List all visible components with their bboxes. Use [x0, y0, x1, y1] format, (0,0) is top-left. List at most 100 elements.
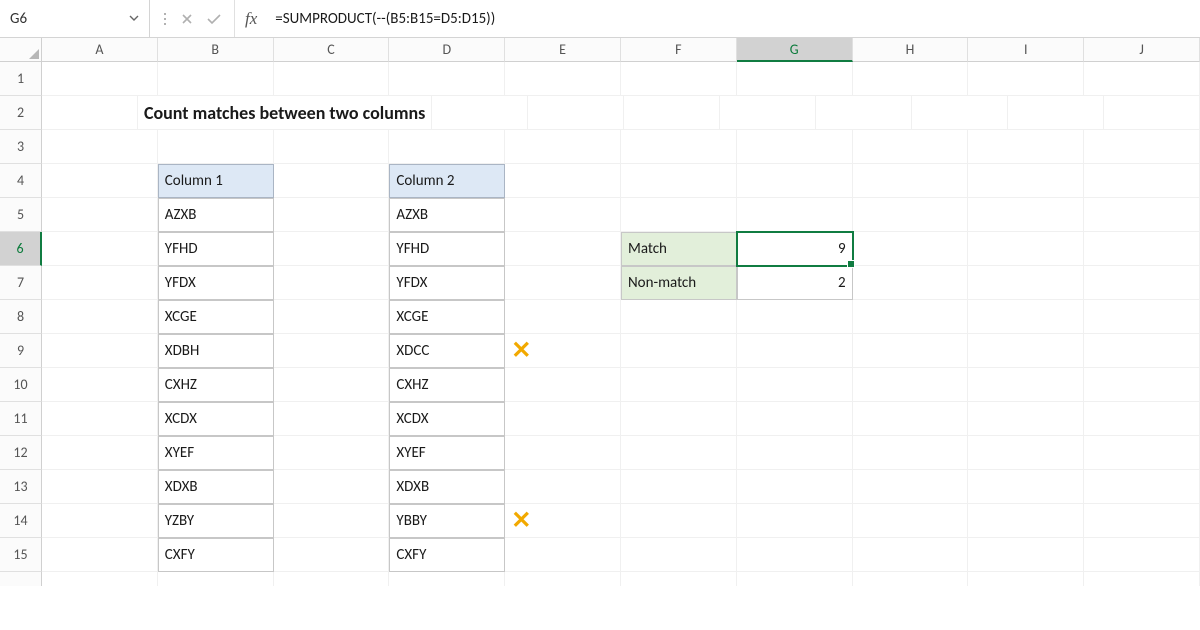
cell[interactable]: [968, 198, 1084, 232]
table-cell[interactable]: AZXB: [158, 198, 274, 232]
cell[interactable]: [621, 300, 737, 334]
table-cell[interactable]: YFDX: [158, 266, 274, 300]
cell[interactable]: [42, 198, 158, 232]
cell[interactable]: [505, 368, 621, 402]
cell[interactable]: [853, 300, 969, 334]
cell[interactable]: [1008, 96, 1104, 130]
cell[interactable]: [1084, 198, 1200, 232]
chevron-down-icon[interactable]: [129, 10, 139, 28]
cell[interactable]: [968, 266, 1084, 300]
cell[interactable]: [853, 436, 969, 470]
col-header-E[interactable]: E: [505, 38, 621, 62]
cell[interactable]: [968, 572, 1084, 586]
cell[interactable]: [42, 232, 158, 266]
cell[interactable]: [968, 130, 1084, 164]
cell[interactable]: [42, 402, 158, 436]
cell[interactable]: [968, 334, 1084, 368]
cell[interactable]: [1084, 334, 1200, 368]
cell[interactable]: [1084, 436, 1200, 470]
cell[interactable]: [737, 572, 853, 586]
row-header[interactable]: 6: [0, 232, 42, 266]
cell[interactable]: [621, 368, 737, 402]
cell[interactable]: [505, 198, 621, 232]
cell[interactable]: [505, 436, 621, 470]
table-cell[interactable]: XDCC: [389, 334, 505, 368]
cell[interactable]: [912, 96, 1008, 130]
nonmatch-value-cell[interactable]: 2: [737, 266, 853, 300]
cell[interactable]: [968, 368, 1084, 402]
table-cell[interactable]: XYEF: [158, 436, 274, 470]
cell[interactable]: [389, 130, 505, 164]
table-cell[interactable]: XCGE: [158, 300, 274, 334]
cell[interactable]: [853, 402, 969, 436]
cell[interactable]: [853, 232, 969, 266]
row-header[interactable]: [0, 572, 42, 586]
cell[interactable]: [1084, 402, 1200, 436]
cell[interactable]: [853, 266, 969, 300]
cell[interactable]: [1084, 300, 1200, 334]
cell[interactable]: [42, 164, 158, 198]
match-label[interactable]: Match: [621, 232, 737, 266]
cell[interactable]: [1084, 266, 1200, 300]
table-cell[interactable]: CXFY: [158, 538, 274, 572]
cell[interactable]: [42, 62, 158, 96]
cell[interactable]: [505, 130, 621, 164]
cell[interactable]: [274, 504, 390, 538]
cell[interactable]: [737, 504, 853, 538]
table-cell[interactable]: YBBY: [389, 504, 505, 538]
cell[interactable]: [274, 266, 390, 300]
cell[interactable]: [621, 436, 737, 470]
cell[interactable]: [274, 62, 390, 96]
col-header-A[interactable]: A: [42, 38, 158, 62]
cell[interactable]: [737, 470, 853, 504]
cell[interactable]: [621, 538, 737, 572]
col-header-B[interactable]: B: [158, 38, 274, 62]
cell[interactable]: [621, 198, 737, 232]
row-header[interactable]: 1: [0, 62, 42, 96]
cell[interactable]: [968, 62, 1084, 96]
table-cell[interactable]: YFHD: [389, 232, 505, 266]
cell[interactable]: [853, 198, 969, 232]
cell[interactable]: [624, 96, 720, 130]
cell[interactable]: [42, 334, 158, 368]
cell[interactable]: [737, 130, 853, 164]
cell[interactable]: [42, 266, 158, 300]
table-cell[interactable]: XCDX: [389, 402, 505, 436]
cell[interactable]: [816, 96, 912, 130]
cell[interactable]: [42, 538, 158, 572]
cell[interactable]: [274, 164, 390, 198]
cell[interactable]: [42, 368, 158, 402]
cell[interactable]: [853, 334, 969, 368]
cell[interactable]: [621, 334, 737, 368]
cell[interactable]: [274, 572, 390, 586]
table-cell[interactable]: XDBH: [158, 334, 274, 368]
cell[interactable]: [968, 538, 1084, 572]
cell[interactable]: [853, 62, 969, 96]
name-box[interactable]: G6: [0, 0, 150, 37]
cell[interactable]: [274, 368, 390, 402]
row-header[interactable]: 14: [0, 504, 42, 538]
table-cell[interactable]: YFDX: [389, 266, 505, 300]
cell[interactable]: [432, 96, 528, 130]
nonmatch-label[interactable]: Non-match: [621, 266, 737, 300]
cell[interactable]: [621, 62, 737, 96]
col-header-G[interactable]: G: [737, 38, 853, 62]
cell[interactable]: [1084, 504, 1200, 538]
cell[interactable]: [720, 96, 816, 130]
row-header[interactable]: 8: [0, 300, 42, 334]
cell[interactable]: [737, 164, 853, 198]
table-cell[interactable]: YZBY: [158, 504, 274, 538]
cell[interactable]: [1084, 368, 1200, 402]
page-title[interactable]: Count matches between two columns: [138, 96, 432, 130]
cell[interactable]: [528, 96, 624, 130]
cell[interactable]: [274, 300, 390, 334]
cell[interactable]: [968, 436, 1084, 470]
cell[interactable]: [737, 368, 853, 402]
cell[interactable]: [968, 402, 1084, 436]
cell[interactable]: [274, 198, 390, 232]
cell[interactable]: [505, 300, 621, 334]
cell[interactable]: [389, 62, 505, 96]
cell[interactable]: [42, 572, 158, 586]
table-cell[interactable]: CXFY: [389, 538, 505, 572]
more-icon[interactable]: [162, 11, 168, 27]
